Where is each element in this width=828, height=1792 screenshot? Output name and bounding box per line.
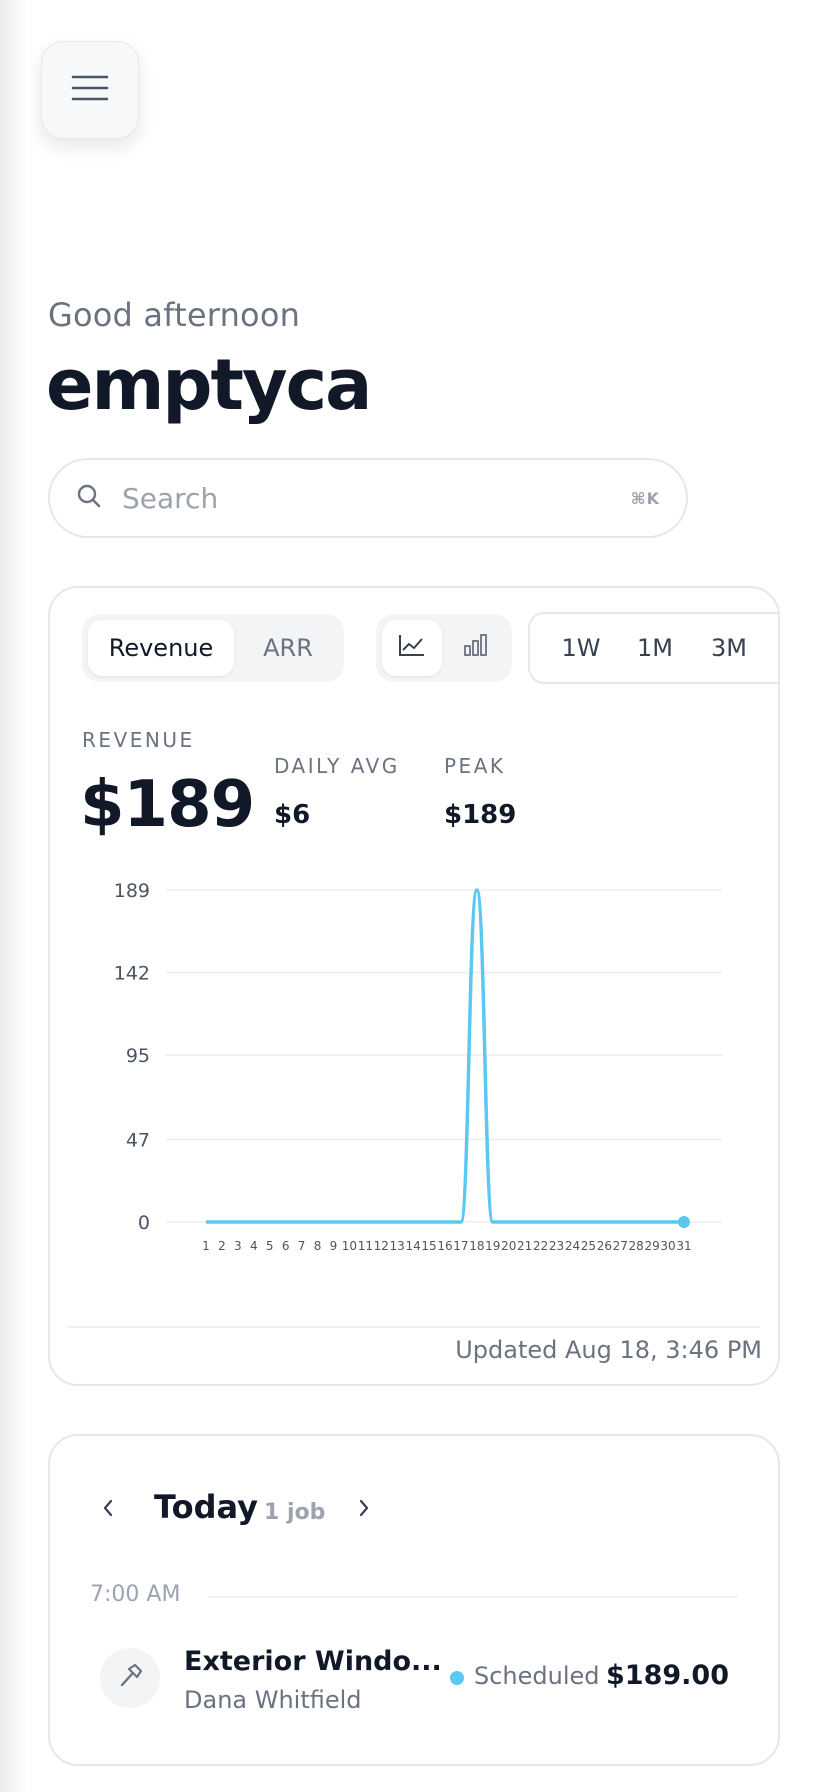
x-tick-label: 1 (202, 1239, 210, 1253)
x-tick-label: 14 (405, 1239, 420, 1253)
x-tick-label: 27 (613, 1239, 628, 1253)
x-tick-label: 29 (644, 1239, 659, 1253)
range-3m[interactable]: 3M (692, 634, 766, 662)
x-tick-label: 31 (676, 1239, 691, 1253)
x-tick-label: 20 (501, 1239, 516, 1253)
daily-avg-value: $6 (274, 800, 311, 830)
search-icon (76, 483, 102, 513)
day-title: Today (154, 1488, 258, 1526)
revenue-line-chart: 047951421891 2 3 4 5 6 7 8 9 10 11 12 13 14 15 16 17 18 19… (114, 880, 722, 1253)
bar-chart-icon (462, 633, 490, 663)
line-chart-icon (398, 633, 426, 663)
updated-timestamp: Updated Aug 18, 3:46 PM (455, 1336, 762, 1364)
daily-avg-label: DAILY AVG (274, 754, 400, 778)
peak-label: PEAK (444, 754, 506, 778)
x-tick-label: 17 (453, 1239, 468, 1253)
hamburger-icon (71, 74, 109, 106)
job-client: Dana Whitfield (184, 1686, 362, 1714)
prev-day-button[interactable] (88, 1490, 128, 1530)
search-input[interactable] (122, 481, 631, 515)
chevron-left-icon (101, 1498, 115, 1522)
x-tick-label: 28 (629, 1239, 644, 1253)
tab-revenue[interactable]: Revenue (88, 620, 234, 676)
card-divider (68, 1326, 760, 1328)
data-point (678, 1216, 690, 1228)
bar-chart-button[interactable] (446, 620, 506, 676)
job-title: Exterior Windo... (184, 1646, 442, 1677)
x-tick-label: 2 (218, 1239, 226, 1253)
x-tick-label: 22 (533, 1239, 548, 1253)
x-tick-label: 21 (517, 1239, 532, 1253)
x-tick-label: 12 (374, 1239, 389, 1253)
job-status: Scheduled (474, 1662, 600, 1690)
x-tick-label: 18 (469, 1239, 484, 1253)
line-chart-button[interactable] (382, 620, 442, 676)
metric-toggle: Revenue ARR (82, 614, 344, 682)
chevron-right-icon (357, 1498, 371, 1522)
y-tick-label: 189 (114, 880, 150, 902)
job-icon (100, 1648, 160, 1708)
x-tick-label: 8 (314, 1239, 322, 1253)
revenue-card: Revenue ARR 1W 1M 3M 1Y (48, 586, 780, 1386)
x-tick-label: 13 (390, 1239, 405, 1253)
chart-type-toggle (376, 614, 512, 682)
hammer-icon (116, 1662, 144, 1694)
x-tick-label: 3 (234, 1239, 242, 1253)
keyboard-shortcut-hint: ⌘K (630, 488, 660, 508)
x-tick-label: 15 (421, 1239, 436, 1253)
x-tick-label: 11 (358, 1239, 373, 1253)
range-selector: 1W 1M 3M 1Y (528, 612, 778, 684)
status-dot (450, 1671, 464, 1685)
peak-value: $189 (444, 800, 517, 830)
x-tick-label: 4 (250, 1239, 258, 1253)
x-tick-label: 26 (597, 1239, 612, 1253)
today-card: Today 1 job 7:00 AM Exterior Windo... Da… (48, 1434, 780, 1766)
y-tick-label: 142 (114, 963, 150, 985)
x-tick-label: 16 (437, 1239, 452, 1253)
greeting-text: Good afternoon (48, 296, 301, 334)
x-tick-label: 19 (485, 1239, 500, 1253)
x-tick-label: 6 (282, 1239, 290, 1253)
x-tick-label: 9 (330, 1239, 338, 1253)
username-heading: emptyca (46, 344, 372, 426)
range-1w[interactable]: 1W (544, 634, 618, 662)
x-tick-label: 24 (565, 1239, 580, 1253)
y-tick-label: 95 (126, 1045, 150, 1067)
search-bar[interactable]: ⌘K (48, 458, 688, 538)
revenue-series-line (205, 888, 684, 1224)
next-day-button[interactable] (344, 1490, 384, 1530)
job-list-item[interactable]: Exterior Windo... Dana Whitfield Schedul… (100, 1644, 740, 1720)
x-tick-label: 10 (342, 1239, 357, 1253)
tab-arr[interactable]: ARR (238, 620, 338, 676)
y-tick-label: 47 (126, 1129, 150, 1151)
menu-button[interactable] (41, 41, 139, 139)
x-tick-label: 5 (266, 1239, 274, 1253)
x-tick-label: 25 (581, 1239, 596, 1253)
y-tick-label: 0 (138, 1212, 150, 1234)
job-count: 1 job (264, 1500, 326, 1525)
range-1y[interactable]: 1Y (766, 634, 778, 662)
range-1m[interactable]: 1M (618, 634, 692, 662)
x-tick-label: 30 (660, 1239, 675, 1253)
time-slot-divider (208, 1596, 738, 1598)
x-tick-label: 23 (549, 1239, 564, 1253)
revenue-label: REVENUE (82, 728, 195, 752)
x-tick-label: 7 (298, 1239, 306, 1253)
revenue-value: $189 (80, 768, 255, 842)
job-amount: $189.00 (606, 1660, 729, 1691)
side-panel-shadow (0, 0, 28, 1792)
time-slot-label: 7:00 AM (90, 1582, 181, 1607)
